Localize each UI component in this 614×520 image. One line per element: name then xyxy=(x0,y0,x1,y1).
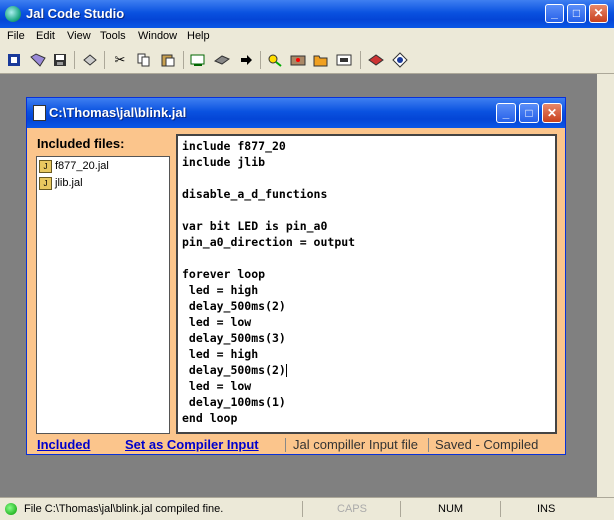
code-line: led = low xyxy=(182,315,252,329)
folder-icon[interactable] xyxy=(313,52,329,68)
toolbar-separator xyxy=(360,51,361,69)
editor-titlebar: C:\Thomas\jal\blink.jal _ □ ✕ xyxy=(27,98,565,128)
included-files-list[interactable]: J f877_20.jal J jlib.jal xyxy=(36,156,170,434)
menu-window[interactable]: Window xyxy=(138,30,177,42)
status-bar: File C:\Thomas\jal\blink.jal compiled fi… xyxy=(0,497,614,520)
included-link[interactable]: Included xyxy=(37,436,90,454)
menu-tools[interactable]: Tools xyxy=(100,30,126,42)
app-logo-icon xyxy=(5,6,21,22)
code-line: pin_a0_direction = output xyxy=(182,235,356,249)
toolbar-separator xyxy=(104,51,105,69)
caps-indicator: CAPS xyxy=(337,503,367,515)
toolbar: ✂ xyxy=(0,46,614,74)
saved-status: Saved - Compiled xyxy=(435,437,539,452)
included-files-label: Included files: xyxy=(37,136,125,151)
app-window: Jal Code Studio _ □ ✕ File Edit View Too… xyxy=(0,0,614,520)
text-cursor xyxy=(285,364,287,377)
code-line: end loop xyxy=(182,411,238,425)
code-line: delay_100ms(1) xyxy=(182,395,286,409)
code-editor[interactable]: include f877_20 include jlib disable_a_d… xyxy=(176,134,557,434)
num-indicator: NUM xyxy=(438,503,464,515)
editor-window: C:\Thomas\jal\blink.jal _ □ ✕ Included f… xyxy=(26,97,566,455)
cut-icon[interactable]: ✂ xyxy=(112,52,128,68)
close-button[interactable]: ✕ xyxy=(589,4,608,23)
toolbar-separator xyxy=(74,51,75,69)
vertical-scrollbar[interactable] xyxy=(597,74,614,497)
menu-edit[interactable]: Edit xyxy=(36,30,55,42)
code-line: delay_500ms(2) xyxy=(182,363,286,377)
info-icon[interactable] xyxy=(392,52,408,68)
editor-minimize-button[interactable]: _ xyxy=(496,103,516,123)
file-name: jlib.jal xyxy=(55,177,83,189)
jal-file-icon: J xyxy=(39,176,52,190)
code-line: var bit LED is pin_a0 xyxy=(182,219,328,233)
compiler-input-status: Jal compiller Input file xyxy=(293,437,418,452)
status-separator xyxy=(428,438,429,452)
compile-icon[interactable] xyxy=(190,52,206,68)
paste-icon[interactable] xyxy=(160,52,176,68)
code-text: include f877_20 include jlib disable_a_d… xyxy=(182,138,355,426)
document-icon xyxy=(33,105,46,121)
print-icon[interactable] xyxy=(82,52,98,68)
app-title: Jal Code Studio xyxy=(26,6,125,21)
code-line: led = low xyxy=(182,379,252,393)
toolbar-separator xyxy=(260,51,261,69)
program-icon[interactable] xyxy=(214,52,230,68)
device-icon[interactable] xyxy=(336,52,352,68)
menu-file[interactable]: File xyxy=(7,30,25,42)
code-line: led = high xyxy=(182,283,259,297)
code-line: led = high xyxy=(182,347,259,361)
status-ok-icon xyxy=(5,503,17,515)
status-separator xyxy=(400,501,401,517)
app-titlebar: Jal Code Studio _ □ ✕ xyxy=(0,0,614,28)
code-line: delay_500ms(3) xyxy=(182,331,286,345)
jal-file-icon: J xyxy=(39,159,52,173)
find-icon[interactable] xyxy=(267,52,283,68)
run-arrow-icon[interactable] xyxy=(238,52,254,68)
code-line: forever loop xyxy=(182,267,266,281)
file-name: f877_20.jal xyxy=(55,160,109,172)
editor-maximize-button[interactable]: □ xyxy=(519,103,539,123)
maximize-button[interactable]: □ xyxy=(567,4,586,23)
toolbar-separator xyxy=(183,51,184,69)
status-separator xyxy=(500,501,501,517)
list-item[interactable]: J f877_20.jal xyxy=(39,158,109,174)
code-line: disable_a_d_functions xyxy=(182,187,328,201)
code-line: delay_500ms(2) xyxy=(182,299,286,313)
status-message: File C:\Thomas\jal\blink.jal compiled fi… xyxy=(24,503,224,515)
editor-close-button[interactable]: ✕ xyxy=(542,103,562,123)
code-line: include jlib xyxy=(182,155,266,169)
minimize-button[interactable]: _ xyxy=(545,4,564,23)
save-icon[interactable] xyxy=(52,52,68,68)
menubar: File Edit View Tools Window Help xyxy=(0,28,614,46)
code-line: include f877_20 xyxy=(182,139,286,153)
copy-icon[interactable] xyxy=(136,52,152,68)
editor-title: C:\Thomas\jal\blink.jal xyxy=(49,105,187,120)
settings-icon[interactable] xyxy=(290,52,306,68)
editor-status-bar: Included Set as Compiler Input Jal compi… xyxy=(27,436,565,454)
open-file-icon[interactable] xyxy=(30,52,46,68)
status-separator xyxy=(302,501,303,517)
help-book-icon[interactable] xyxy=(368,52,384,68)
menu-help[interactable]: Help xyxy=(187,30,210,42)
open-project-icon[interactable] xyxy=(6,52,22,68)
list-item[interactable]: J jlib.jal xyxy=(39,175,83,191)
status-separator xyxy=(285,438,286,452)
set-compiler-input-link[interactable]: Set as Compiler Input xyxy=(125,436,259,454)
menu-view[interactable]: View xyxy=(67,30,91,42)
ins-indicator: INS xyxy=(537,503,556,515)
